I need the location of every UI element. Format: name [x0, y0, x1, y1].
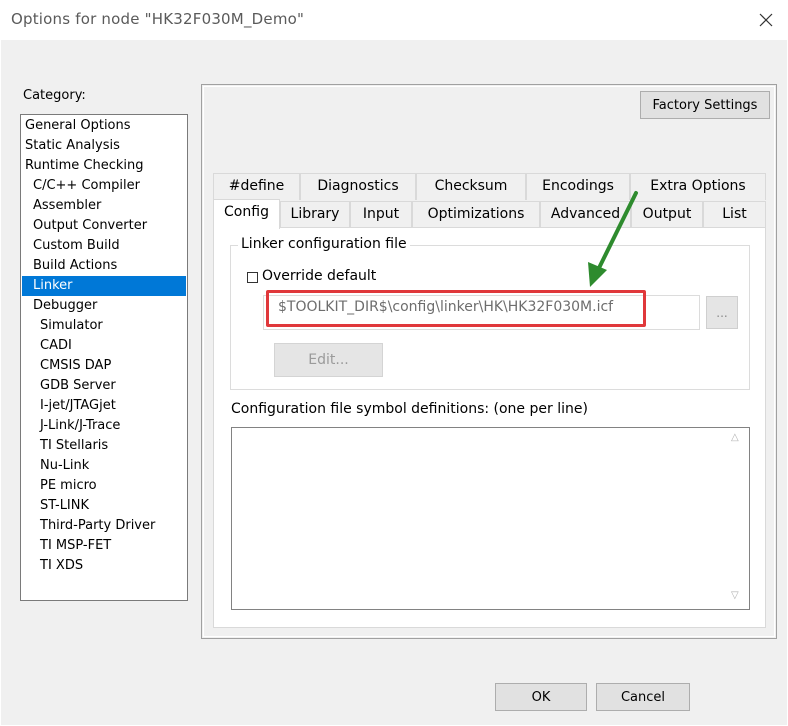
tab-output[interactable]: Output: [631, 201, 703, 228]
ok-button[interactable]: OK: [495, 683, 587, 711]
override-default-label[interactable]: Override default: [262, 268, 376, 284]
scroll-up-icon[interactable]: △: [731, 432, 739, 443]
symbols-textarea[interactable]: [231, 427, 750, 610]
category-item-debugger[interactable]: Debugger: [22, 296, 186, 316]
category-item-j-link-j-trace[interactable]: J-Link/J-Trace: [22, 416, 186, 436]
category-item-general-options[interactable]: General Options: [22, 116, 186, 136]
edit-button[interactable]: Edit...: [274, 343, 383, 377]
tab-extra-options[interactable]: Extra Options: [630, 173, 766, 200]
category-item-ti-stellaris[interactable]: TI Stellaris: [22, 436, 186, 456]
tab-encodings[interactable]: Encodings: [526, 173, 630, 200]
category-item-cadi[interactable]: CADI: [22, 336, 186, 356]
category-item-pe-micro[interactable]: PE micro: [22, 476, 186, 496]
category-item-third-party-driver[interactable]: Third-Party Driver: [22, 516, 186, 536]
category-item-assembler[interactable]: Assembler: [22, 196, 186, 216]
tab-advanced[interactable]: Advanced: [540, 201, 631, 228]
category-item-static-analysis[interactable]: Static Analysis: [22, 136, 186, 156]
category-item-custom-build[interactable]: Custom Build: [22, 236, 186, 256]
group-title: Linker configuration file: [238, 236, 410, 252]
cancel-button[interactable]: Cancel: [596, 683, 690, 711]
category-item-gdb-server[interactable]: GDB Server: [22, 376, 186, 396]
category-item-i-jet-jtagjet[interactable]: I-jet/JTAGjet: [22, 396, 186, 416]
close-button[interactable]: [746, 2, 786, 38]
override-default-checkbox[interactable]: [247, 272, 258, 283]
symbols-label: Configuration file symbol definitions: (…: [231, 401, 588, 417]
category-item-simulator[interactable]: Simulator: [22, 316, 186, 336]
tab-list[interactable]: List: [703, 201, 766, 228]
category-item-build-actions[interactable]: Build Actions: [22, 256, 186, 276]
tab-input[interactable]: Input: [350, 201, 412, 228]
category-item-st-link[interactable]: ST-LINK: [22, 496, 186, 516]
category-item-ti-msp-fet[interactable]: TI MSP-FET: [22, 536, 186, 556]
category-item-linker[interactable]: Linker: [22, 276, 186, 296]
category-list[interactable]: General Options Static Analysis Runtime Ch…: [20, 114, 188, 601]
close-icon: [759, 13, 773, 27]
scroll-down-icon[interactable]: ▽: [731, 590, 739, 601]
highlight-box: [266, 290, 646, 327]
tab-optimizations[interactable]: Optimizations: [412, 201, 540, 228]
category-item-nu-link[interactable]: Nu-Link: [22, 456, 186, 476]
tab-config[interactable]: Config: [213, 199, 280, 229]
tab-diagnostics[interactable]: Diagnostics: [300, 173, 416, 200]
tab-checksum[interactable]: Checksum: [416, 173, 526, 200]
category-item-ti-xds[interactable]: TI XDS: [22, 556, 186, 576]
category-label: Category:: [23, 88, 86, 103]
factory-settings-button[interactable]: Factory Settings: [640, 91, 770, 119]
category-item-c-c-compiler[interactable]: C/C++ Compiler: [22, 176, 186, 196]
category-item-output-converter[interactable]: Output Converter: [22, 216, 186, 236]
window-title: Options for node "HK32F030M_Demo": [11, 10, 305, 28]
browse-button[interactable]: ...: [706, 296, 738, 329]
tab-library[interactable]: Library: [280, 201, 350, 228]
category-item-cmsis-dap[interactable]: CMSIS DAP: [22, 356, 186, 376]
tab-define[interactable]: #define: [213, 173, 300, 200]
category-item-runtime-checking[interactable]: Runtime Checking: [22, 156, 186, 176]
title-bar: Options for node "HK32F030M_Demo": [0, 0, 788, 40]
